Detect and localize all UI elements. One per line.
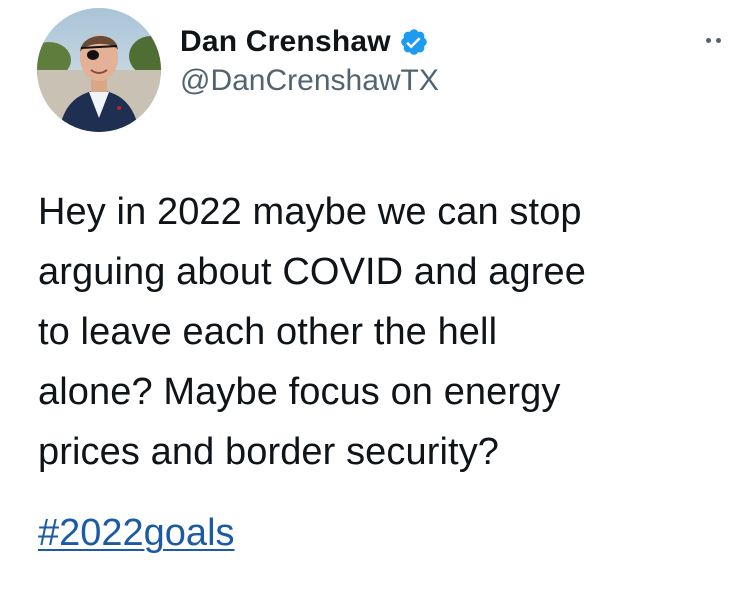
tweet-text-line: prices and border security?	[38, 431, 500, 473]
profile-photo	[37, 8, 161, 132]
more-options-icon[interactable]	[706, 30, 736, 50]
hashtag-link[interactable]: #2022goals	[38, 508, 235, 558]
author-handle[interactable]: @DanCrenshawTX	[180, 64, 439, 98]
more-dot	[706, 37, 711, 43]
tweet-text-line: arguing about COVID and agree	[38, 251, 586, 293]
tweet-text: Hey in 2022 maybe we can stop arguing ab…	[38, 182, 728, 482]
verified-badge-icon	[399, 27, 429, 57]
avatar[interactable]	[37, 8, 161, 132]
author-name-row: Dan Crenshaw	[180, 22, 429, 62]
tweet-card: Dan Crenshaw @DanCrenshawTX Hey in 2022 …	[0, 0, 739, 600]
tweet-text-line: alone? Maybe focus on energy	[38, 371, 561, 413]
tweet-text-line: to leave each other the hell	[38, 311, 498, 353]
tweet-text-line: Hey in 2022 maybe we can stop	[38, 191, 582, 233]
author-display-name[interactable]: Dan Crenshaw	[180, 25, 391, 59]
more-dot	[716, 37, 721, 43]
